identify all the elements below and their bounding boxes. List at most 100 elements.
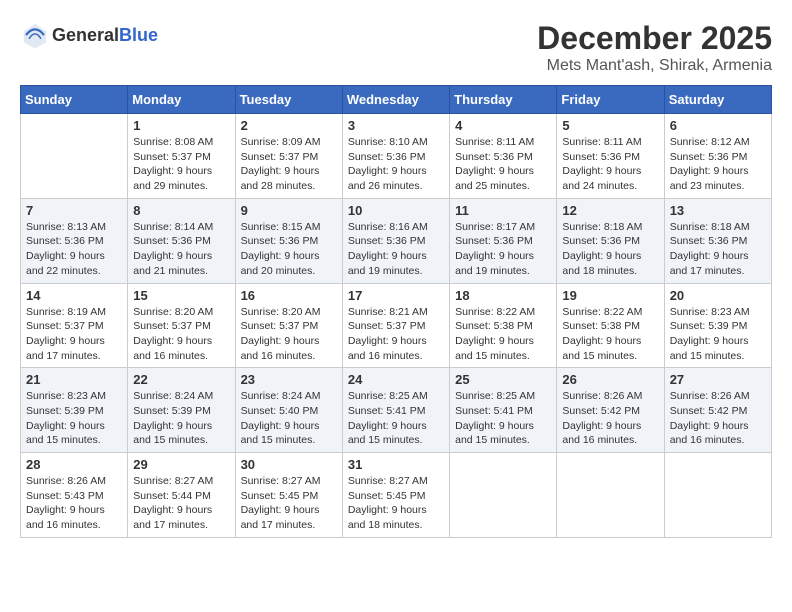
calendar-header: SundayMondayTuesdayWednesdayThursdayFrid… bbox=[21, 86, 772, 114]
day-number: 10 bbox=[348, 203, 444, 218]
day-number: 2 bbox=[241, 118, 337, 133]
day-detail: Sunrise: 8:19 AMSunset: 5:37 PMDaylight:… bbox=[26, 305, 122, 364]
day-number: 30 bbox=[241, 457, 337, 472]
calendar-cell: 23 Sunrise: 8:24 AMSunset: 5:40 PMDayligh… bbox=[235, 368, 342, 453]
day-detail: Sunrise: 8:26 AMSunset: 5:43 PMDaylight:… bbox=[26, 474, 122, 533]
day-detail: Sunrise: 8:15 AMSunset: 5:36 PMDaylight:… bbox=[241, 220, 337, 279]
calendar-cell: 16Sunrise: 8:20 AMSunset: 5:37 PMDayligh… bbox=[235, 283, 342, 368]
calendar-cell: 29 Sunrise: 8:27 AMSunset: 5:44 PMDayligh… bbox=[128, 453, 235, 538]
week-row-4: 21Sunrise: 8:23 AMSunset: 5:39 PMDayligh… bbox=[21, 368, 772, 453]
day-number: 11 bbox=[455, 203, 551, 218]
header-day-saturday: Saturday bbox=[664, 86, 771, 114]
day-detail: Sunrise: 8:16 AMSunset: 5:36 PMDaylight:… bbox=[348, 220, 444, 279]
day-number: 17 bbox=[348, 288, 444, 303]
day-detail: Sunrise: 8:25 AMSunset: 5:41 PMDaylight:… bbox=[455, 389, 551, 448]
calendar-cell: 9 Sunrise: 8:15 AMSunset: 5:36 PMDaylight… bbox=[235, 198, 342, 283]
day-detail: Sunrise: 8:24 AMSunset: 5:40 PMDaylight:… bbox=[241, 389, 337, 448]
day-detail: Sunrise: 8:20 AMSunset: 5:37 PMDaylight:… bbox=[241, 305, 337, 364]
day-number: 6 bbox=[670, 118, 766, 133]
day-detail: Sunrise: 8:09 AMSunset: 5:37 PMDaylight:… bbox=[241, 135, 337, 194]
day-detail: Sunrise: 8:17 AMSunset: 5:36 PMDaylight:… bbox=[455, 220, 551, 279]
day-detail: Sunrise: 8:12 AMSunset: 5:36 PMDaylight:… bbox=[670, 135, 766, 194]
day-detail: Sunrise: 8:14 AMSunset: 5:36 PMDaylight:… bbox=[133, 220, 229, 279]
calendar-cell: 4 Sunrise: 8:11 AMSunset: 5:36 PMDaylight… bbox=[450, 114, 557, 199]
day-number: 7 bbox=[26, 203, 122, 218]
header-day-thursday: Thursday bbox=[450, 86, 557, 114]
calendar-body: 1 Sunrise: 8:08 AMSunset: 5:37 PMDaylight… bbox=[21, 114, 772, 538]
day-detail: Sunrise: 8:26 AMSunset: 5:42 PMDaylight:… bbox=[562, 389, 658, 448]
day-number: 19 bbox=[562, 288, 658, 303]
calendar-cell: 7Sunrise: 8:13 AMSunset: 5:36 PMDaylight… bbox=[21, 198, 128, 283]
day-number: 27 bbox=[670, 372, 766, 387]
month-title: December 2025 bbox=[537, 20, 772, 57]
day-detail: Sunrise: 8:10 AMSunset: 5:36 PMDaylight:… bbox=[348, 135, 444, 194]
calendar-cell: 24Sunrise: 8:25 AMSunset: 5:41 PMDayligh… bbox=[342, 368, 449, 453]
week-row-3: 14 Sunrise: 8:19 AMSunset: 5:37 PMDayligh… bbox=[21, 283, 772, 368]
calendar-cell: 18 Sunrise: 8:22 AMSunset: 5:38 PMDayligh… bbox=[450, 283, 557, 368]
day-number: 21 bbox=[26, 372, 122, 387]
day-number: 31 bbox=[348, 457, 444, 472]
day-detail: Sunrise: 8:27 AMSunset: 5:45 PMDaylight:… bbox=[241, 474, 337, 533]
logo: GeneralBlue bbox=[20, 20, 158, 50]
week-row-1: 1 Sunrise: 8:08 AMSunset: 5:37 PMDaylight… bbox=[21, 114, 772, 199]
day-detail: Sunrise: 8:08 AMSunset: 5:37 PMDaylight:… bbox=[133, 135, 229, 194]
calendar-cell: 31 Sunrise: 8:27 AMSunset: 5:45 PMDayligh… bbox=[342, 453, 449, 538]
calendar-cell: 25 Sunrise: 8:25 AMSunset: 5:41 PMDayligh… bbox=[450, 368, 557, 453]
day-number: 23 bbox=[241, 372, 337, 387]
title-area: December 2025 Mets Mant'ash, Shirak, Arm… bbox=[537, 20, 772, 75]
logo-icon bbox=[20, 20, 50, 50]
calendar-cell: 14 Sunrise: 8:19 AMSunset: 5:37 PMDayligh… bbox=[21, 283, 128, 368]
day-number: 28 bbox=[26, 457, 122, 472]
header-day-friday: Friday bbox=[557, 86, 664, 114]
day-number: 12 bbox=[562, 203, 658, 218]
calendar: SundayMondayTuesdayWednesdayThursdayFrid… bbox=[20, 85, 772, 538]
calendar-cell: 15 Sunrise: 8:20 AMSunset: 5:37 PMDayligh… bbox=[128, 283, 235, 368]
calendar-cell: 3Sunrise: 8:10 AMSunset: 5:36 PMDaylight… bbox=[342, 114, 449, 199]
calendar-cell bbox=[664, 453, 771, 538]
calendar-cell: 13Sunrise: 8:18 AMSunset: 5:36 PMDayligh… bbox=[664, 198, 771, 283]
day-detail: Sunrise: 8:24 AMSunset: 5:39 PMDaylight:… bbox=[133, 389, 229, 448]
header: GeneralBlue December 2025 Mets Mant'ash,… bbox=[20, 20, 772, 75]
day-detail: Sunrise: 8:22 AMSunset: 5:38 PMDaylight:… bbox=[455, 305, 551, 364]
calendar-cell bbox=[21, 114, 128, 199]
calendar-cell: 17 Sunrise: 8:21 AMSunset: 5:37 PMDayligh… bbox=[342, 283, 449, 368]
day-detail: Sunrise: 8:26 AMSunset: 5:42 PMDaylight:… bbox=[670, 389, 766, 448]
day-detail: Sunrise: 8:21 AMSunset: 5:37 PMDaylight:… bbox=[348, 305, 444, 364]
calendar-cell: 1 Sunrise: 8:08 AMSunset: 5:37 PMDaylight… bbox=[128, 114, 235, 199]
week-row-5: 28 Sunrise: 8:26 AMSunset: 5:43 PMDayligh… bbox=[21, 453, 772, 538]
calendar-cell bbox=[557, 453, 664, 538]
calendar-cell: 20 Sunrise: 8:23 AMSunset: 5:39 PMDayligh… bbox=[664, 283, 771, 368]
calendar-cell: 22Sunrise: 8:24 AMSunset: 5:39 PMDayligh… bbox=[128, 368, 235, 453]
day-number: 29 bbox=[133, 457, 229, 472]
day-number: 18 bbox=[455, 288, 551, 303]
day-detail: Sunrise: 8:27 AMSunset: 5:45 PMDaylight:… bbox=[348, 474, 444, 533]
calendar-cell: 2 Sunrise: 8:09 AMSunset: 5:37 PMDaylight… bbox=[235, 114, 342, 199]
day-number: 20 bbox=[670, 288, 766, 303]
day-number: 4 bbox=[455, 118, 551, 133]
day-detail: Sunrise: 8:23 AMSunset: 5:39 PMDaylight:… bbox=[670, 305, 766, 364]
day-number: 5 bbox=[562, 118, 658, 133]
subtitle: Mets Mant'ash, Shirak, Armenia bbox=[537, 57, 772, 75]
day-detail: Sunrise: 8:27 AMSunset: 5:44 PMDaylight:… bbox=[133, 474, 229, 533]
day-detail: Sunrise: 8:18 AMSunset: 5:36 PMDaylight:… bbox=[562, 220, 658, 279]
day-number: 15 bbox=[133, 288, 229, 303]
calendar-cell: 27 Sunrise: 8:26 AMSunset: 5:42 PMDayligh… bbox=[664, 368, 771, 453]
calendar-cell: 28 Sunrise: 8:26 AMSunset: 5:43 PMDayligh… bbox=[21, 453, 128, 538]
calendar-cell: 26 Sunrise: 8:26 AMSunset: 5:42 PMDayligh… bbox=[557, 368, 664, 453]
day-number: 24 bbox=[348, 372, 444, 387]
calendar-cell: 30 Sunrise: 8:27 AMSunset: 5:45 PMDayligh… bbox=[235, 453, 342, 538]
day-number: 26 bbox=[562, 372, 658, 387]
day-number: 9 bbox=[241, 203, 337, 218]
day-number: 25 bbox=[455, 372, 551, 387]
header-row: SundayMondayTuesdayWednesdayThursdayFrid… bbox=[21, 86, 772, 114]
day-number: 1 bbox=[133, 118, 229, 133]
day-number: 14 bbox=[26, 288, 122, 303]
logo-text: GeneralBlue bbox=[52, 25, 158, 46]
day-detail: Sunrise: 8:11 AMSunset: 5:36 PMDaylight:… bbox=[562, 135, 658, 194]
day-detail: Sunrise: 8:11 AMSunset: 5:36 PMDaylight:… bbox=[455, 135, 551, 194]
day-detail: Sunrise: 8:20 AMSunset: 5:37 PMDaylight:… bbox=[133, 305, 229, 364]
day-detail: Sunrise: 8:22 AMSunset: 5:38 PMDaylight:… bbox=[562, 305, 658, 364]
calendar-cell: 11 Sunrise: 8:17 AMSunset: 5:36 PMDayligh… bbox=[450, 198, 557, 283]
header-day-sunday: Sunday bbox=[21, 86, 128, 114]
header-day-wednesday: Wednesday bbox=[342, 86, 449, 114]
